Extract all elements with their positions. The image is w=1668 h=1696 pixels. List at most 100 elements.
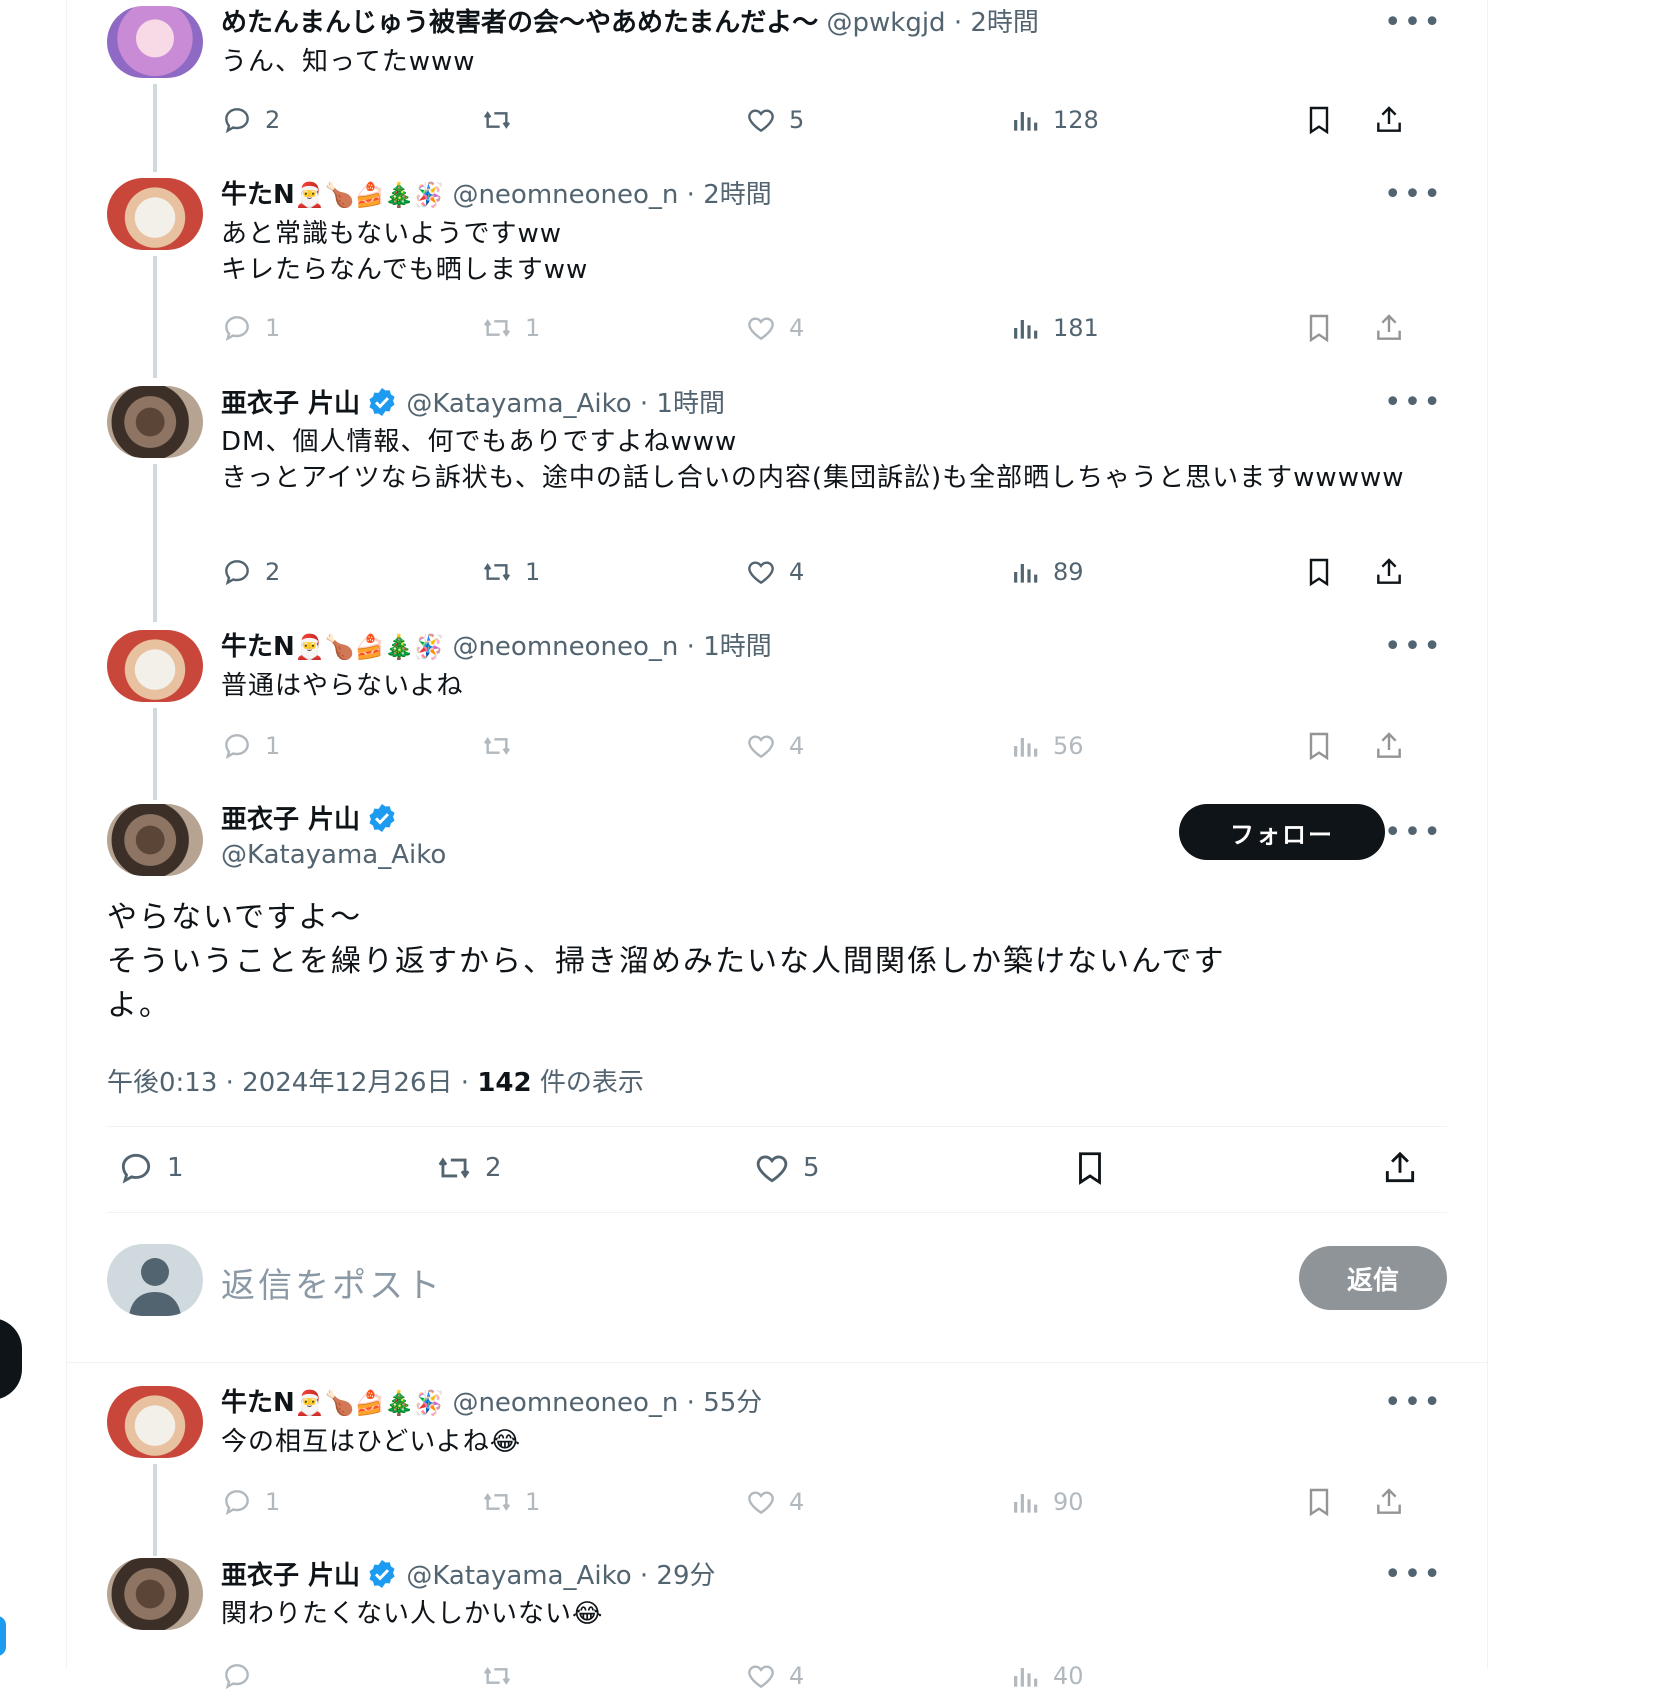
retweet-button[interactable]: 2 (435, 1148, 502, 1188)
like-button[interactable]: 4 (745, 308, 804, 348)
display-name[interactable]: 亜衣子 片山 (221, 1561, 360, 1591)
retweet-icon (484, 1493, 510, 1511)
bookmark-button[interactable] (1303, 100, 1335, 140)
share-button[interactable] (1373, 726, 1405, 766)
share-button[interactable] (1373, 100, 1405, 140)
display-name[interactable]: 亜衣子 片山 (221, 389, 360, 419)
handle[interactable]: @neomneoneo_n · 2時間 (452, 180, 771, 210)
avatar[interactable] (107, 1386, 203, 1458)
retweet-count: 1 (525, 558, 541, 586)
view-count: 90 (1053, 1488, 1084, 1516)
timestamp[interactable]: 午後0:13 · 2024年12月26日 · (107, 1068, 477, 1098)
more-options-icon[interactable]: ••• (1384, 1388, 1443, 1418)
views-button[interactable]: 90 (1009, 1482, 1084, 1522)
heart-icon (748, 317, 774, 341)
share-button[interactable] (1373, 1482, 1405, 1522)
user-avatar (107, 1244, 203, 1316)
more-options-icon[interactable]: ••• (1384, 180, 1443, 210)
reply-icon (225, 734, 249, 760)
reply-count: 1 (265, 732, 281, 760)
views-button[interactable]: 89 (1009, 552, 1084, 592)
views-button[interactable]: 128 (1009, 100, 1099, 140)
share-button[interactable] (1381, 1148, 1419, 1188)
avatar[interactable] (107, 630, 203, 702)
analytics-icon (1014, 738, 1038, 757)
reply-button[interactable]: 1 (221, 308, 280, 348)
floating-compose-button[interactable] (0, 1318, 22, 1400)
avatar[interactable] (107, 6, 203, 78)
reply-input[interactable]: 返信をポスト (221, 1258, 443, 1307)
display-name[interactable]: 牛たN (221, 632, 295, 662)
tweet-text: うん、知ってたwww (221, 47, 476, 77)
reply-button[interactable] (221, 1656, 253, 1696)
thread-line (153, 84, 157, 172)
like-button[interactable]: 4 (745, 726, 804, 766)
like-button[interactable]: 4 (745, 1482, 804, 1522)
handle[interactable]: @Katayama_Aiko · 29分 (406, 1561, 715, 1591)
retweet-button[interactable] (481, 100, 525, 140)
reply-button[interactable]: 1 (221, 1482, 280, 1522)
handle[interactable]: @Katayama_Aiko (221, 838, 446, 872)
views-button[interactable]: 56 (1009, 726, 1084, 766)
floating-indicator (0, 1616, 6, 1656)
like-button[interactable]: 5 (745, 100, 804, 140)
avatar[interactable] (107, 1558, 203, 1630)
share-button[interactable] (1373, 308, 1405, 348)
reply-count: 2 (265, 558, 281, 586)
like-button[interactable]: 5 (753, 1148, 820, 1188)
more-options-icon[interactable]: ••• (1384, 1560, 1443, 1590)
tweet-header: 亜衣子 片山 @Katayama_Aiko · 29分 (221, 1558, 716, 1593)
retweet-button[interactable] (481, 726, 525, 766)
views-button[interactable]: 40 (1009, 1656, 1084, 1696)
follow-button[interactable]: フォロー (1179, 804, 1385, 860)
reply-button[interactable]: 1 (117, 1148, 184, 1188)
retweet-button[interactable] (481, 1656, 513, 1696)
handle[interactable]: @neomneoneo_n · 55分 (452, 1388, 762, 1418)
timeline-column: めたんまんじゅう被害者の会〜やあめたまんだよ〜 @pwkgjd · 2時間 ••… (66, 0, 1488, 1690)
retweet-button[interactable]: 1 (481, 308, 540, 348)
more-options-icon[interactable]: ••• (1384, 388, 1443, 418)
avatar[interactable] (107, 178, 203, 250)
like-count: 4 (789, 1662, 805, 1690)
more-options-icon[interactable]: ••• (1384, 632, 1443, 662)
name-emoji: 🎅🍗🍰🎄🪅 (294, 633, 445, 661)
reply-submit-button[interactable]: 返信 (1299, 1246, 1447, 1310)
view-count: 142 (477, 1068, 532, 1098)
avatar[interactable] (107, 804, 203, 876)
bookmark-button[interactable] (1071, 1148, 1109, 1188)
view-count: 56 (1053, 732, 1084, 760)
bookmark-button[interactable] (1303, 308, 1335, 348)
reply-button[interactable]: 2 (221, 552, 280, 592)
views-button[interactable]: 181 (1009, 308, 1099, 348)
handle[interactable]: @Katayama_Aiko · 1時間 (406, 389, 725, 419)
bookmark-button[interactable] (1303, 1482, 1335, 1522)
more-options-icon[interactable]: ••• (1384, 818, 1443, 848)
retweet-button[interactable]: 1 (481, 1482, 540, 1522)
reply-button[interactable]: 1 (221, 726, 280, 766)
like-button[interactable]: 4 (745, 1656, 804, 1696)
reply-icon (225, 560, 249, 586)
like-button[interactable]: 4 (745, 552, 804, 592)
display-name[interactable]: めたんまんじゅう被害者の会〜やあめたまんだよ〜 (221, 8, 818, 38)
retweet-count: 2 (485, 1153, 502, 1183)
like-count: 4 (789, 1488, 805, 1516)
more-options-icon[interactable]: ••• (1384, 8, 1443, 38)
default-avatar-icon (129, 1258, 181, 1316)
handle[interactable]: @pwkgjd · 2時間 (827, 8, 1039, 38)
reply-button[interactable]: 2 (221, 100, 280, 140)
bookmark-button[interactable] (1303, 726, 1335, 766)
thread-line (153, 708, 157, 800)
heart-icon (748, 109, 774, 133)
reply-icon (121, 1153, 151, 1184)
avatar[interactable] (107, 386, 203, 458)
handle[interactable]: @neomneoneo_n · 1時間 (452, 632, 771, 662)
bookmark-button[interactable] (1303, 552, 1335, 592)
display-name[interactable]: 牛たN (221, 1388, 295, 1418)
display-name[interactable]: 亜衣子 片山 (221, 805, 360, 835)
display-name[interactable]: 牛たN (221, 180, 295, 210)
share-button[interactable] (1373, 552, 1405, 592)
retweet-icon (438, 1157, 470, 1179)
retweet-button[interactable]: 1 (481, 552, 540, 592)
reply-count: 1 (265, 314, 281, 342)
main-tweet-actions: 1 2 5 (117, 1148, 1447, 1192)
